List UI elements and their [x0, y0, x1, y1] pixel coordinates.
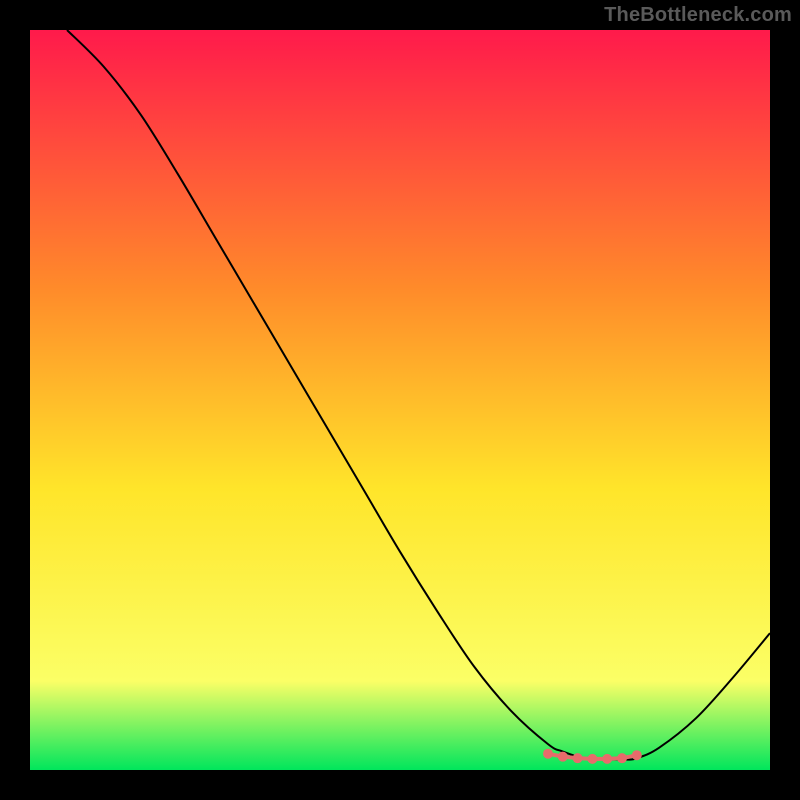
highlight-marker — [602, 754, 612, 764]
highlight-marker — [617, 753, 627, 763]
highlight-marker — [573, 753, 583, 763]
highlight-marker — [558, 752, 568, 762]
chart-frame: TheBottleneck.com — [0, 0, 800, 800]
gradient-background — [30, 30, 770, 770]
highlight-marker — [543, 749, 553, 759]
highlight-marker — [632, 750, 642, 760]
chart-svg — [30, 30, 770, 770]
plot-area — [30, 30, 770, 770]
highlight-marker — [587, 754, 597, 764]
watermark-text: TheBottleneck.com — [604, 4, 792, 27]
